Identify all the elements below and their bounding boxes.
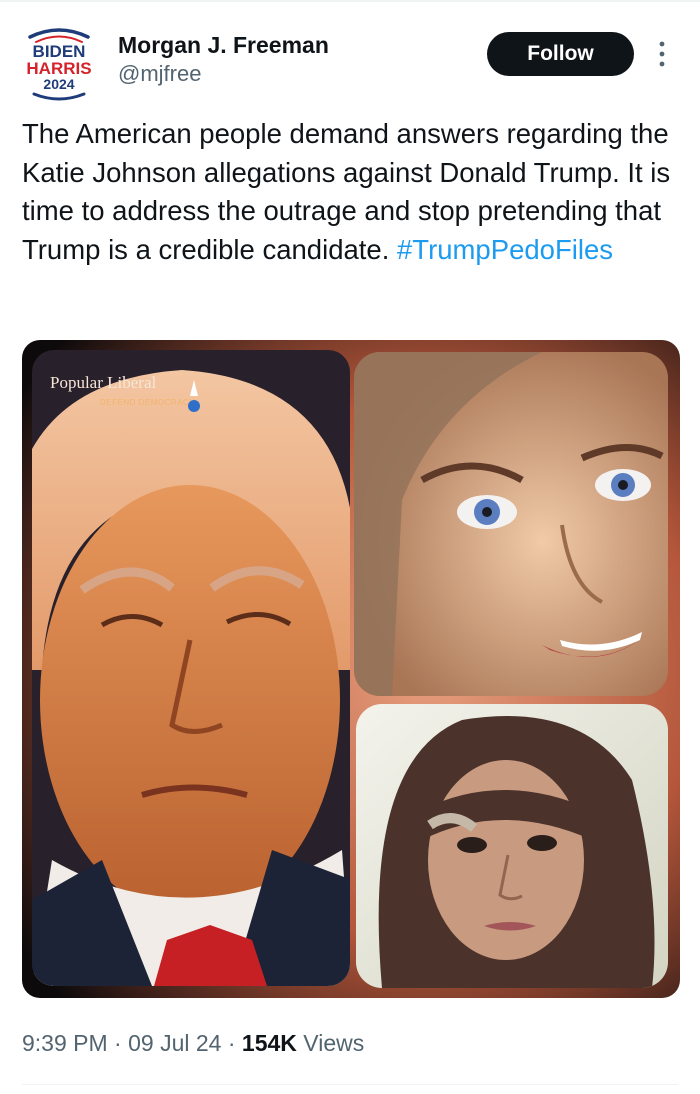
hashtag-link[interactable]: #TrumpPedoFiles bbox=[397, 234, 613, 265]
media-watermark-subtitle: DEFEND DEMOCRACY bbox=[100, 398, 195, 407]
avatar[interactable]: BIDEN HARRIS 2024 bbox=[18, 22, 100, 104]
tweet-meta: 9:39 PM · 09 Jul 24 · 154K Views bbox=[22, 1030, 364, 1057]
avatar-line3: 2024 bbox=[43, 76, 74, 92]
meta-separator: · bbox=[107, 1030, 129, 1056]
follow-button[interactable]: Follow bbox=[487, 32, 634, 76]
meta-separator: · bbox=[221, 1030, 242, 1056]
author-block: Morgan J. Freeman @mjfree bbox=[118, 30, 329, 88]
views-label: Views bbox=[296, 1030, 365, 1056]
top-divider bbox=[0, 0, 700, 2]
views-count: 154K bbox=[241, 1030, 297, 1056]
tweet-media-image[interactable]: Popular Liberal DEFEND DEMOCRACY bbox=[22, 340, 680, 998]
media-watermark-title: Popular Liberal bbox=[50, 373, 156, 392]
tweet-text: The American people demand answers regar… bbox=[22, 115, 682, 269]
bottom-divider bbox=[22, 1084, 678, 1085]
more-options-icon[interactable] bbox=[652, 38, 672, 70]
post-time[interactable]: 9:39 PM bbox=[22, 1030, 108, 1056]
post-date[interactable]: 09 Jul 24 bbox=[128, 1030, 221, 1056]
display-name[interactable]: Morgan J. Freeman bbox=[118, 30, 329, 60]
user-handle[interactable]: @mjfree bbox=[118, 60, 329, 88]
